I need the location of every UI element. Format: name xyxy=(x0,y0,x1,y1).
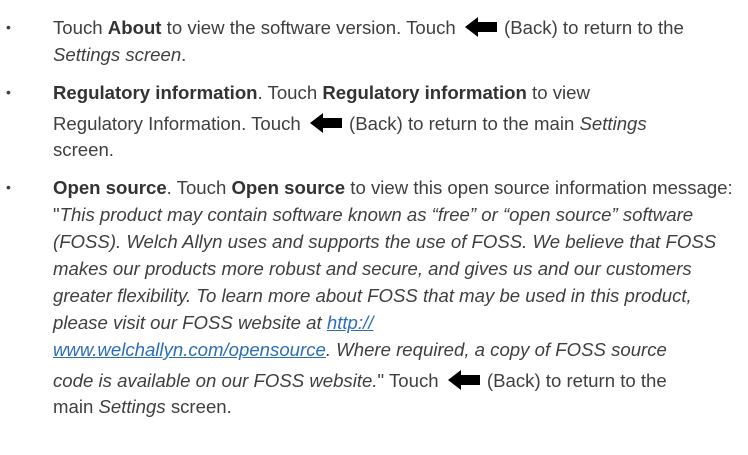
text-run: (Back) to return to the main xyxy=(343,113,580,134)
link-text[interactable]: http:// xyxy=(327,312,374,333)
list-item-regulatory: • Regulatory information. Touch Regulato… xyxy=(0,79,748,163)
settings-screen-term: Settings screen xyxy=(53,44,182,65)
text-run: screen. xyxy=(165,396,232,417)
open-source-term: Open source xyxy=(231,177,346,198)
foss-message: code is available on our FOSS website. xyxy=(53,370,378,391)
item-line: Regulatory Information. Touch (Back) to … xyxy=(53,106,744,142)
bullet-marker: • xyxy=(6,19,11,35)
foss-message: . Where required, a copy of FOSS source xyxy=(325,339,667,360)
about-term: About xyxy=(107,17,162,38)
item-text: Touch About to view the software version… xyxy=(53,17,684,65)
text-run: (Back) to return to the xyxy=(481,370,667,391)
text-run: " Touch xyxy=(377,370,444,391)
text-run: . Touch xyxy=(166,177,232,198)
bullet-marker: • xyxy=(6,84,11,100)
back-arrow-icon xyxy=(447,370,480,390)
back-arrow-icon xyxy=(309,113,342,133)
list-item-open-source: • Open source. Touch Open source to view… xyxy=(0,174,748,420)
settings-bullet-list: • Touch About to view the software versi… xyxy=(0,0,748,420)
text-run: to view xyxy=(526,82,590,103)
text-run: to view the software version. Touch xyxy=(161,17,461,38)
open-source-term: Open source xyxy=(53,177,167,198)
text-run: Touch xyxy=(53,17,108,38)
item-text: Regulatory information. Touch Regulatory… xyxy=(53,82,590,103)
text-run: (Back) to return to the xyxy=(498,17,684,38)
list-item-about: • Touch About to view the software versi… xyxy=(0,14,748,68)
settings-term: Settings xyxy=(579,113,647,134)
text-run: Regulatory Information. Touch xyxy=(53,113,306,134)
back-arrow-icon xyxy=(464,17,497,37)
manual-page: • Touch About to view the software versi… xyxy=(0,0,748,455)
text-run: main xyxy=(53,396,99,417)
bullet-marker: • xyxy=(6,179,11,195)
regulatory-term: Regulatory information xyxy=(322,82,527,103)
settings-term: Settings xyxy=(98,396,166,417)
regulatory-term: Regulatory information xyxy=(53,82,258,103)
foss-message: This product may contain software known … xyxy=(53,204,717,333)
text-run: . xyxy=(181,44,187,65)
link-text[interactable]: www.welchallyn.com/opensource xyxy=(53,339,326,360)
text-run: . Touch xyxy=(257,82,323,103)
item-text: Open source. Touch Open source to view t… xyxy=(53,177,733,360)
